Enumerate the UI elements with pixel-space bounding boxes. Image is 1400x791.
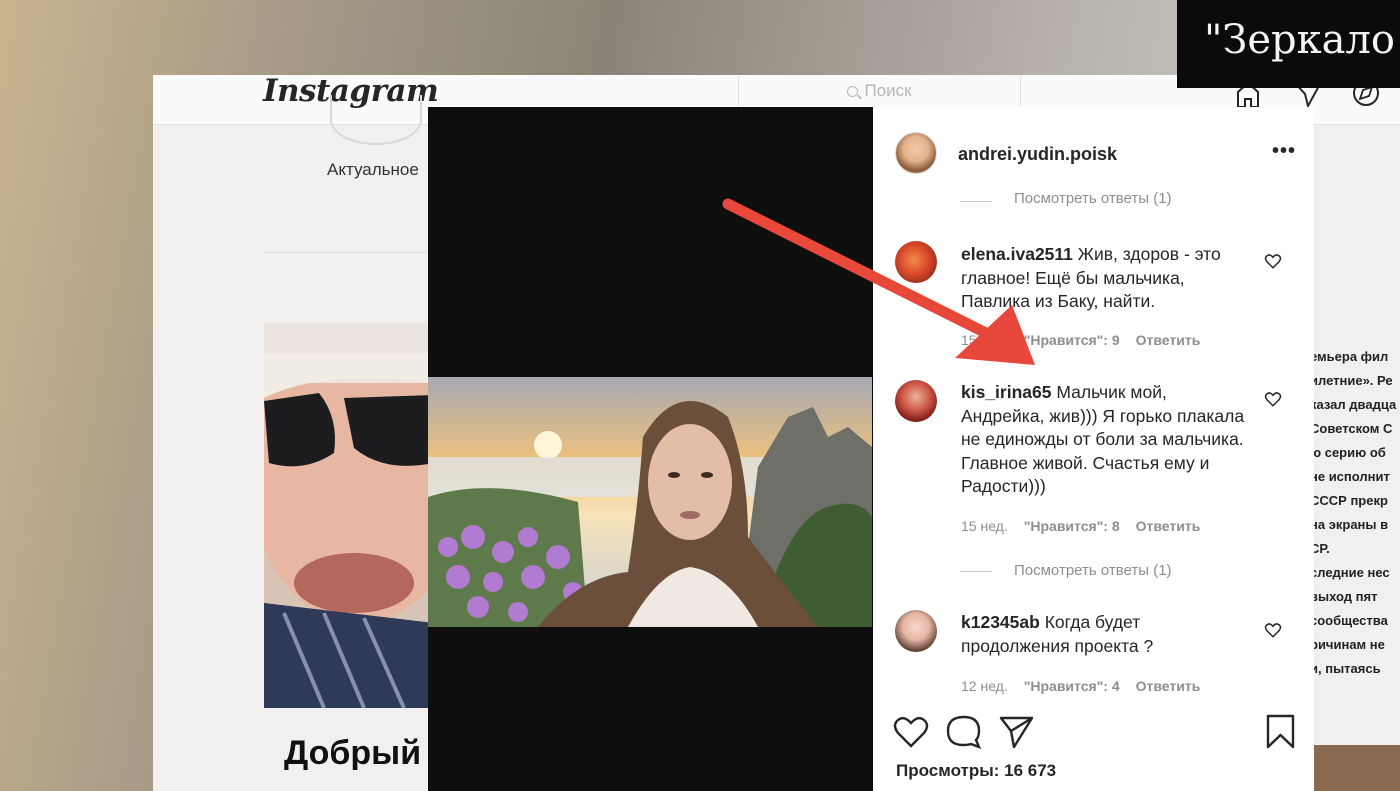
author-username[interactable]: andrei.yudin.poisk	[958, 144, 1117, 165]
side-text-line: казал двадца	[1310, 397, 1397, 412]
overlay-title: "Зеркало э	[1177, 0, 1400, 88]
highlight-circle[interactable]	[330, 95, 422, 145]
search-placeholder: Поиск	[864, 81, 912, 100]
video-frame-image	[428, 377, 872, 627]
comment-time[interactable]: 12 нед.	[961, 678, 1008, 694]
reply-button[interactable]: Ответить	[1136, 332, 1201, 348]
comment: kis_irina65 Мальчик мой, Андрейка, жив))…	[961, 381, 1251, 499]
comment-likes[interactable]: "Нравится": 4	[1024, 678, 1120, 694]
comment-avatar[interactable]	[895, 380, 937, 422]
comment-time[interactable]: 15 нед.	[961, 518, 1008, 534]
side-text-line: СССР прекр	[1310, 493, 1388, 508]
man-photo	[264, 323, 434, 708]
background-post-caption: Добрый Андрей	[284, 736, 434, 770]
comment-username[interactable]: kis_irina65	[961, 382, 1051, 402]
annotation-arrow	[722, 198, 1035, 365]
more-horizontal-icon[interactable]: •••	[1272, 140, 1296, 163]
search-icon	[847, 85, 859, 97]
divider	[263, 252, 433, 253]
search-box[interactable]: Поиск	[738, 76, 1021, 106]
side-text-line: ричинам не	[1310, 637, 1385, 652]
heart-icon[interactable]	[1264, 390, 1282, 408]
side-text-line: СР.	[1310, 541, 1330, 556]
heart-icon[interactable]	[1264, 621, 1282, 639]
comment-likes[interactable]: "Нравится": 8	[1024, 518, 1120, 534]
comment-icon[interactable]	[946, 715, 982, 749]
side-text-line: следние нес	[1310, 565, 1390, 580]
background-image-fragment	[1312, 745, 1400, 791]
side-text-line: илетние». Ре	[1310, 373, 1393, 388]
author-avatar[interactable]	[895, 132, 937, 174]
comment-avatar[interactable]	[895, 610, 937, 652]
comment-meta: 15 нед. "Нравится": 8 Ответить	[961, 518, 1200, 534]
side-text-line: емьера фил	[1310, 349, 1389, 364]
background-side-text: емьера фил илетние». Ре казал двадца Сов…	[1310, 345, 1400, 705]
heart-icon[interactable]	[1264, 252, 1282, 270]
background-post-thumbnail[interactable]	[264, 323, 434, 708]
comment-username[interactable]: k12345ab	[961, 612, 1040, 632]
replies-divider	[960, 571, 992, 572]
reply-button[interactable]: Ответить	[1136, 518, 1201, 534]
side-text-line: не исполнит	[1310, 469, 1390, 484]
comment-meta: 12 нед. "Нравится": 4 Ответить	[961, 678, 1200, 694]
bookmark-icon[interactable]	[1266, 714, 1295, 749]
side-text-line: ю серию об	[1310, 445, 1386, 460]
share-icon[interactable]	[999, 716, 1034, 749]
comment: k12345ab Когда будет продолжения проекта…	[961, 611, 1251, 658]
post-video[interactable]	[428, 377, 872, 627]
side-text-line: на экраны в	[1310, 517, 1389, 532]
highlight-label: Актуальное	[327, 160, 419, 179]
side-text-line: сообщества	[1310, 613, 1388, 628]
action-bar	[893, 714, 1295, 749]
view-replies-link[interactable]: Посмотреть ответы (1)	[1014, 562, 1172, 579]
reply-button[interactable]: Ответить	[1136, 678, 1201, 694]
side-text-line: и, пытаясь	[1310, 661, 1381, 676]
views-count: Просмотры: 16 673	[896, 761, 1057, 780]
side-text-line: выход пят	[1310, 589, 1378, 604]
like-icon[interactable]	[893, 716, 929, 748]
side-text-line: Советском С	[1310, 421, 1393, 436]
